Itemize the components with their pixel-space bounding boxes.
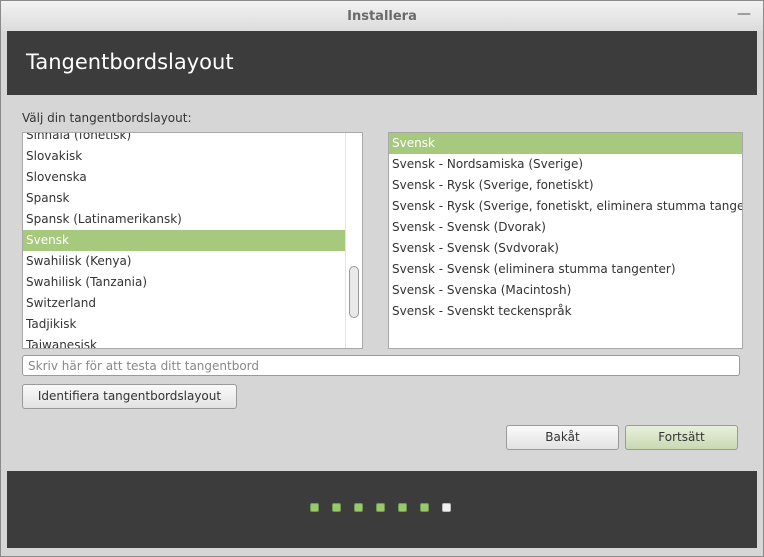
layout-list-item[interactable]: Sinhala (fonetisk) (23, 133, 362, 146)
variant-list-item[interactable]: Svensk - Nordsamiska (Sverige) (389, 154, 742, 175)
layout-list-item[interactable]: Tadjikisk (23, 314, 362, 335)
progress-step-dot (442, 503, 451, 512)
title-bar[interactable]: Installera — (1, 1, 763, 31)
variant-list-item[interactable]: Svensk - Rysk (Sverige, fonetiskt, elimi… (389, 196, 742, 217)
window-title: Installera (347, 9, 417, 24)
layout-list[interactable]: Sinhala (fonetisk) Slovakisk Slovenska Span… (22, 132, 363, 349)
continue-button[interactable]: Fortsätt (625, 425, 738, 450)
page-header: Tangentbordslayout (7, 31, 757, 95)
scrollbar-thumb[interactable] (349, 266, 359, 318)
layout-list-item[interactable]: Slovakisk (23, 146, 362, 167)
layout-list-item[interactable]: Spansk (Latinamerikansk) (23, 209, 362, 230)
identify-layout-button[interactable]: Identifiera tangentbordslayout (22, 384, 237, 409)
page-title: Tangentbordslayout (26, 50, 234, 74)
layout-list-item[interactable]: Taiwanesisk (23, 335, 362, 348)
layout-list-item[interactable]: Switzerland (23, 293, 362, 314)
progress-step-dot (354, 503, 363, 512)
variant-list-item[interactable]: Svensk (389, 133, 742, 154)
layout-list-item[interactable]: Svensk (23, 230, 362, 251)
layout-list-item[interactable]: Swahilisk (Kenya) (23, 251, 362, 272)
layout-prompt-label: Välj din tangentbordslayout: (22, 111, 192, 125)
layout-list-item[interactable]: Swahilisk (Tanzania) (23, 272, 362, 293)
content-area: Välj din tangentbordslayout: Sinhala (fo… (7, 95, 757, 471)
layout-list-scrollbar[interactable] (345, 133, 362, 348)
variant-list[interactable]: Svensk Svensk - Nordsamiska (Sverige) Sven… (388, 132, 743, 349)
variant-list-item[interactable]: Svensk - Svenskt teckenspråk (389, 301, 742, 322)
installer-window: Installera — Tangentbordslayout Välj din… (0, 0, 764, 557)
variant-list-item[interactable]: Svensk - Svenska (Macintosh) (389, 280, 742, 301)
footer-bar (7, 471, 757, 548)
variant-list-item[interactable]: Svensk - Svensk (Svdvorak) (389, 238, 742, 259)
minimize-icon[interactable]: — (737, 7, 751, 21)
progress-step-dot (376, 503, 385, 512)
layout-list-item[interactable]: Spansk (23, 188, 362, 209)
progress-step-dot (420, 503, 429, 512)
variant-list-item[interactable]: Svensk - Svensk (Dvorak) (389, 217, 742, 238)
keyboard-test-input[interactable] (22, 355, 740, 376)
progress-step-dot (398, 503, 407, 512)
layout-list-item[interactable]: Slovenska (23, 167, 362, 188)
back-button[interactable]: Bakåt (506, 425, 619, 450)
variant-list-item[interactable]: Svensk - Svensk (eliminera stumma tangen… (389, 259, 742, 280)
variant-list-item[interactable]: Svensk - Rysk (Sverige, fonetiskt) (389, 175, 742, 196)
progress-step-dot (332, 503, 341, 512)
progress-step-dot (310, 503, 319, 512)
